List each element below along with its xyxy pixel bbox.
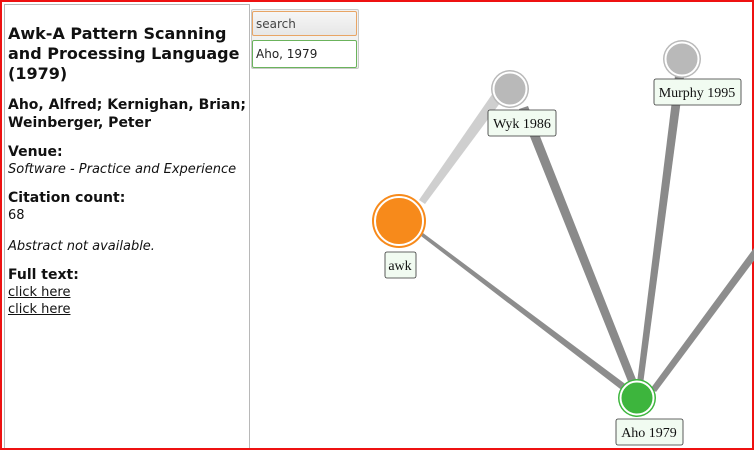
node-awk-label: awk bbox=[388, 259, 411, 274]
graph-edges bbox=[419, 76, 754, 398]
node-aho-circle[interactable] bbox=[618, 379, 656, 417]
search-input[interactable] bbox=[252, 11, 357, 36]
node-awk-circle[interactable] bbox=[372, 194, 426, 248]
graph-node-murphy[interactable]: Murphy 1995 bbox=[653, 40, 742, 106]
edge-aho-offscreen bbox=[651, 248, 754, 392]
graph-node-aho[interactable]: Aho 1979 bbox=[615, 379, 684, 446]
node-murphy-circle[interactable] bbox=[663, 40, 701, 78]
node-wyk-label: Wyk 1986 bbox=[493, 117, 551, 132]
search-widget: Aho, 1979 bbox=[251, 9, 359, 69]
node-aho-label: Aho 1979 bbox=[621, 426, 677, 441]
node-wyk-circle[interactable] bbox=[491, 70, 529, 108]
edge-murphy-aho bbox=[636, 76, 684, 392]
citation-graph: awk Wyk 1986 Murphy 1995 Aho 1979 bbox=[372, 40, 754, 446]
search-result-item[interactable]: Aho, 1979 bbox=[252, 40, 357, 68]
graph-node-wyk[interactable]: Wyk 1986 bbox=[487, 70, 557, 137]
node-murphy-label: Murphy 1995 bbox=[659, 86, 736, 101]
graph-node-awk[interactable]: awk bbox=[372, 194, 426, 279]
